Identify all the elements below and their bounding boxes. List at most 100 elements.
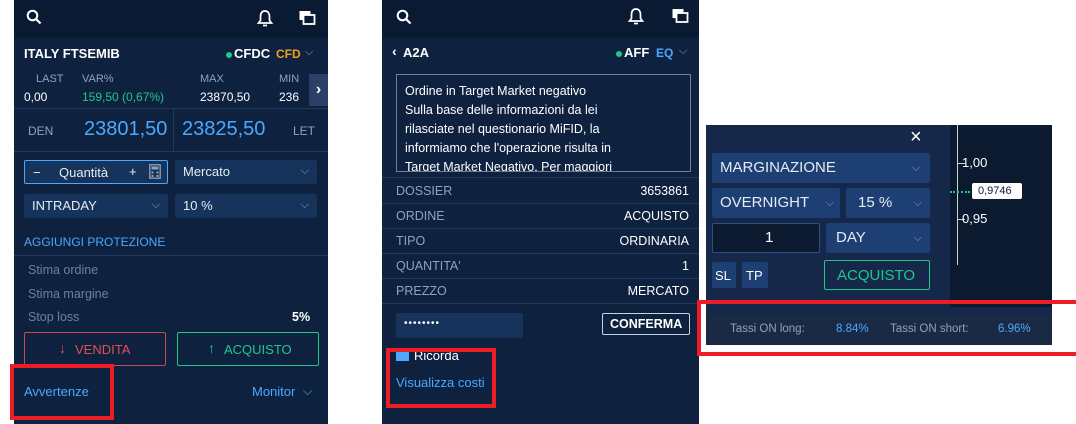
buy-button[interactable]: ↑ ACQUISTO [177, 332, 319, 366]
duration-select[interactable]: OVERNIGHT ⌵ [712, 188, 840, 218]
buy-button[interactable]: ACQUISTO [824, 260, 930, 290]
warning-line: informiamo che l'operazione risulta in [405, 141, 611, 155]
stat-value-min: 236 [279, 90, 300, 104]
warning-line: Target Market Negativo. Per maggiori [405, 160, 613, 172]
estimate-order-label: Stima ordine [28, 263, 99, 277]
stat-value-last: 0,00 [24, 90, 48, 104]
plus-button[interactable]: + [129, 164, 137, 179]
chevron-down-icon: ⌵ [300, 165, 309, 177]
minus-button[interactable]: − [33, 165, 41, 180]
password-field[interactable]: •••••••• [396, 313, 523, 338]
divider [382, 228, 699, 229]
confirm-button[interactable]: CONFERMA [602, 313, 690, 335]
buy-button-label: ACQUISTO [224, 342, 292, 357]
price-tag-value: 0,9746 [978, 185, 1012, 197]
confirm-button-label: CONFERMA [610, 317, 683, 331]
chart-area: 1,00 0,95 0,9746 [950, 125, 1052, 307]
stat-value-var: 159,50 (0,67%) [82, 90, 165, 104]
sl-button[interactable]: SL [712, 262, 736, 288]
axis-label: 1,00 [962, 155, 988, 170]
highlight-box [697, 300, 1076, 356]
calculator-icon[interactable] [149, 164, 161, 182]
close-icon[interactable]: × [910, 126, 922, 149]
divider [14, 255, 328, 256]
chevron-down-icon[interactable]: ⌵ [679, 45, 687, 58]
sell-button-label: VENDITA [75, 342, 131, 357]
margin-select[interactable]: 10 % ⌵ [175, 194, 317, 218]
estimate-margin-label: Stima margine [28, 287, 109, 301]
tp-button[interactable]: TP [742, 262, 768, 288]
chevron-down-icon: ⌵ [911, 162, 920, 174]
windows-icon[interactable] [671, 7, 689, 30]
instrument-header: ‹ A2A AFF EQ ⌵ [382, 38, 699, 66]
axis-label: 0,95 [962, 211, 988, 226]
search-icon[interactable] [26, 9, 42, 30]
dossier-label: DOSSIER [396, 184, 453, 198]
quantity-placeholder: Quantità [59, 165, 109, 180]
windows-icon[interactable] [298, 9, 316, 32]
leverage-select[interactable]: 15 % ⌵ [846, 188, 930, 218]
type-badge: EQ [656, 46, 674, 60]
password-mask: •••••••• [404, 318, 441, 329]
price-row: DEN 23801,50 23825,50 LET [14, 109, 328, 151]
divider [382, 203, 699, 204]
arrow-up-icon: ↑ [208, 340, 215, 356]
mode-value: MARGINAZIONE [720, 159, 836, 176]
chevron-down-icon[interactable]: ⌵ [303, 384, 312, 399]
bell-icon[interactable] [627, 7, 645, 30]
market-status-dot [616, 51, 622, 57]
arrow-down-icon: ↓ [59, 340, 66, 356]
tp-button-label: TP [746, 268, 763, 283]
quantity-value: 1 [765, 229, 774, 246]
back-instrument-label[interactable]: A2A [403, 45, 429, 60]
chevron-down-icon[interactable]: ⌵ [305, 46, 313, 59]
order-side-value: ACQUISTO [623, 209, 689, 223]
stats-row: LAST 0,00 VAR% 159,50 (0,67%) MAX 23870,… [14, 70, 328, 108]
quantity-value: 1 [682, 259, 689, 273]
divider [382, 278, 699, 279]
instrument-name: ITALY FTSEMIB [24, 46, 120, 61]
type-badge: CFD [276, 47, 301, 61]
highlight-box [10, 364, 114, 420]
validity-value: DAY [836, 229, 866, 246]
highlight-box [386, 348, 496, 408]
sell-button[interactable]: ↓ VENDITA [24, 332, 166, 366]
left-order-panel: ITALY FTSEMIB CFDC CFD ⌵ LAST 0,00 VAR% … [14, 0, 328, 424]
leverage-value: 15 % [858, 194, 893, 211]
quantity-label: QUANTITA' [396, 259, 461, 273]
chevron-down-icon: ⌵ [913, 232, 922, 244]
order-type-value: Mercato [183, 164, 230, 179]
quantity-stepper[interactable]: − Quantità + [24, 160, 168, 184]
sl-button-label: SL [715, 268, 731, 283]
mode-select[interactable]: MARGINAZIONE ⌵ [712, 153, 930, 183]
target-market-warning: Ordine in Target Market negativo Sulla b… [396, 74, 691, 172]
bell-icon[interactable] [256, 9, 274, 32]
stat-value-max: 23870,50 [200, 90, 251, 104]
price-line [950, 191, 970, 193]
price-tag: 0,9746 [972, 183, 1022, 199]
add-protection-link[interactable]: AGGIUNGI PROTEZIONE [24, 235, 165, 249]
chevron-down-icon: ⌵ [300, 199, 309, 211]
chart-axis-line [957, 125, 958, 265]
back-chevron-icon[interactable]: ‹ [392, 43, 397, 59]
order-side-label: ORDINE [396, 209, 445, 223]
stat-label-var: VAR% [82, 73, 114, 85]
quantity-input[interactable]: 1 [712, 223, 820, 253]
ask-label: LET [293, 124, 316, 138]
duration-select[interactable]: INTRADAY ⌵ [24, 194, 168, 218]
left-top-bar [14, 0, 328, 38]
chevron-right-icon[interactable]: › [309, 74, 328, 106]
buy-button-label: ACQUISTO [837, 267, 916, 284]
ask-price[interactable]: 23825,50 [182, 118, 265, 141]
validity-select[interactable]: DAY ⌵ [826, 223, 930, 253]
stop-loss-label: Stop loss [28, 310, 80, 324]
chevron-down-icon: ⌵ [825, 197, 834, 209]
duration-value: OVERNIGHT [720, 194, 810, 211]
monitor-link[interactable]: Monitor [252, 384, 295, 399]
stat-label-max: MAX [200, 73, 224, 85]
bid-price[interactable]: 23801,50 [84, 118, 167, 141]
duration-value: INTRADAY [32, 198, 97, 213]
market-code: CFDC [234, 46, 271, 61]
order-type-select[interactable]: Mercato ⌵ [175, 160, 317, 184]
search-icon[interactable] [396, 9, 412, 30]
